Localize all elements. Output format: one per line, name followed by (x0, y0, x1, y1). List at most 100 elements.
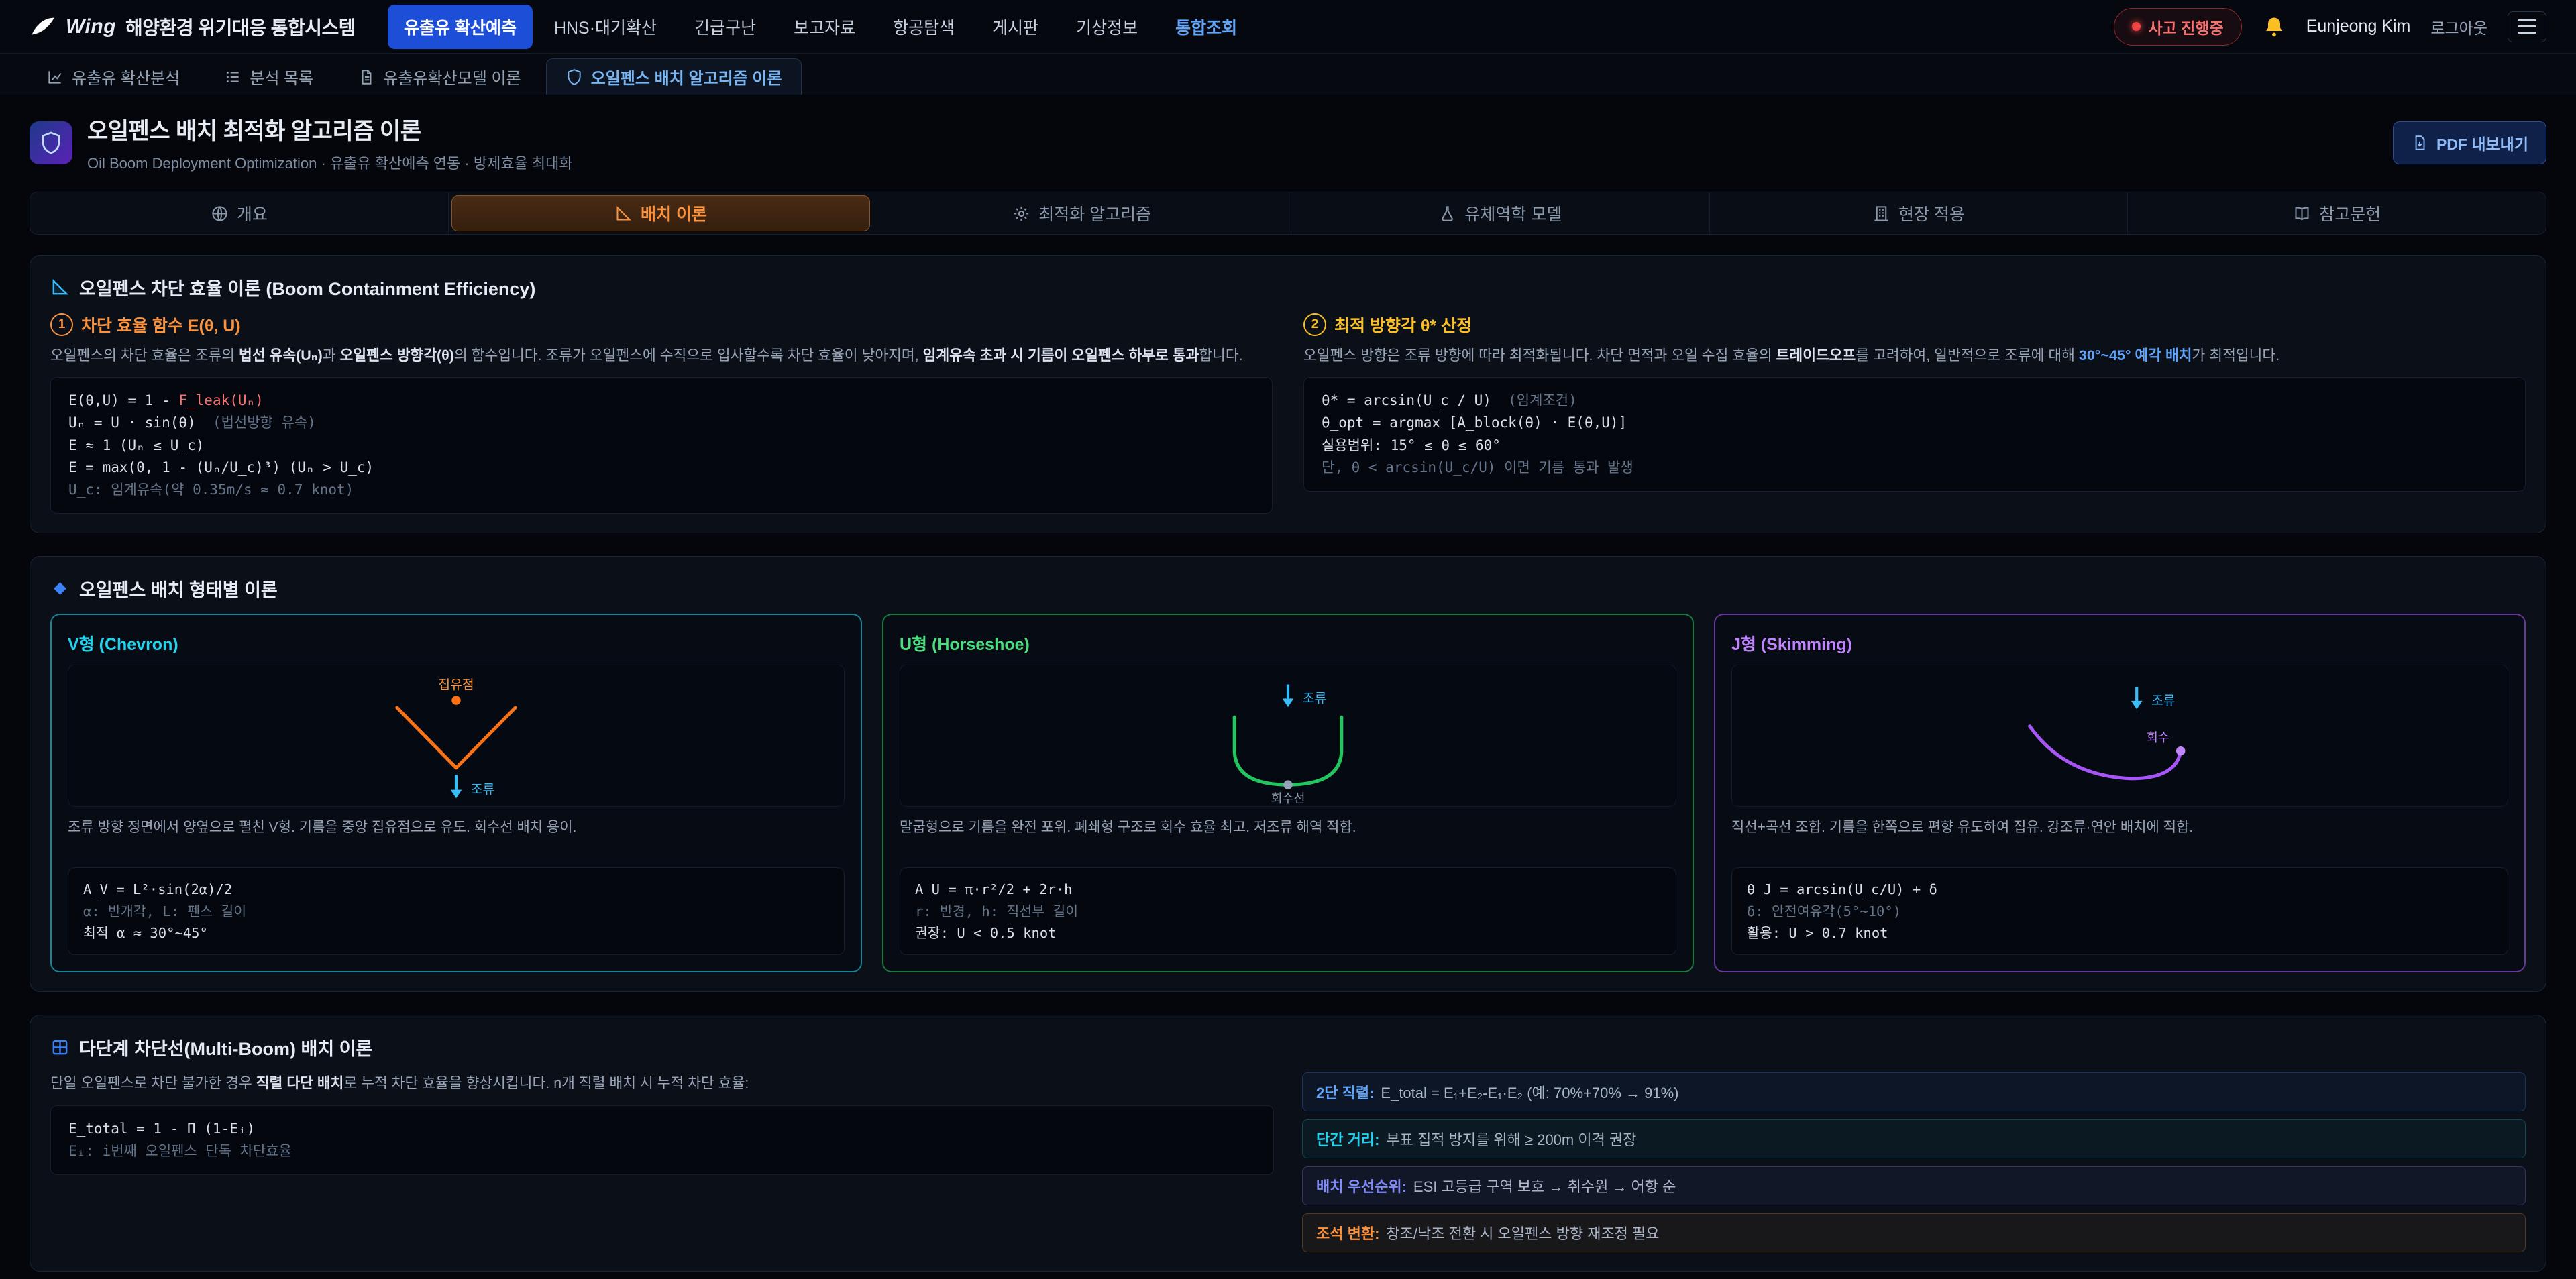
optimal-angle-heading: 2 최적 방향각 θ* 산정 (1303, 313, 2526, 337)
building-icon (1872, 205, 1890, 223)
section-tab-hydrodynamics-model[interactable]: 유체역학 모델 (1291, 192, 1710, 234)
page-header: 오일펜스 배치 최적화 알고리즘 이론 Oil Boom Deployment … (0, 95, 2576, 189)
tab-diffusion-model-theory[interactable]: 유출유확산모델 이론 (338, 58, 540, 95)
v-boom-lines (397, 708, 515, 768)
sub-tabbar: 유출유 확산분석 분석 목록 유출유확산모델 이론 오일펜스 배치 알고리즘 이… (0, 54, 2576, 95)
section-tabs: 개요 배치 이론 최적화 알고리즘 유체역학 모델 현장 적용 참고문헌 (30, 192, 2546, 235)
current-label: 조류 (1303, 692, 1327, 706)
triangle-ruler-icon (50, 278, 70, 297)
globe-icon (211, 205, 229, 223)
multiboom-formula-block: E_total = 1 - Π (1-Eᵢ) Eᵢ: i번째 오일펜스 단독 차… (50, 1105, 1274, 1175)
j-boom-title: J형 (Skimming) (1731, 631, 2508, 655)
u-boom-description: 말굽형으로 기름을 완전 포위. 폐쇄형 구조로 회수 효율 최고. 저조류 해… (900, 817, 1676, 858)
tab-spill-analysis[interactable]: 유출유 확산분석 (27, 58, 199, 95)
section-tab-overview[interactable]: 개요 (30, 192, 449, 234)
page-title: 오일펜스 배치 최적화 알고리즘 이론 (87, 113, 573, 146)
multiboom-notes: 2단 직렬: E_total = E₁+E₂-E₁·E₂ (예: 70%+70%… (1302, 1072, 2526, 1252)
main-nav: 유출유 확산예측 HNS·대기확산 긴급구난 보고자료 항공탐색 게시판 기상정… (388, 5, 1253, 49)
recovery-vessel-label: 회수선 (1271, 791, 1305, 805)
note-tidal-change: 조석 변환: 창조/낙조 전환 시 오일펜스 방향 재조정 필요 (1302, 1213, 2526, 1252)
document-icon (358, 68, 375, 86)
triangle-ruler-icon (614, 205, 633, 223)
v-boom-formula-block: A_V = L²·sin(2α)/2 α: 반개각, L: 펜스 길이 최적 α… (68, 867, 845, 955)
top-navbar: Wing 해양환경 위기대응 통합시스템 유출유 확산예측 HNS·대기확산 긴… (0, 0, 2576, 54)
note-stage-spacing: 단간 거리: 부표 집적 방지를 위해 ≥ 200m 이격 권장 (1302, 1119, 2526, 1158)
diamond-icon (50, 579, 70, 598)
u-boom-line (1234, 717, 1342, 785)
tab-analysis-list[interactable]: 분석 목록 (205, 58, 333, 95)
nav-item-integrated-search[interactable]: 통합조회 (1159, 5, 1253, 49)
containment-efficiency-card: 오일펜스 차단 효율 이론 (Boom Containment Efficien… (30, 255, 2546, 533)
page-subtitle: Oil Boom Deployment Optimization · 유출유 확… (87, 152, 573, 173)
efficiency-function-formula-block: E(θ,U) = 1 - F_leak(Uₙ) Uₙ = U · sin(θ) … (50, 377, 1273, 514)
circled-number-1: 1 (50, 313, 73, 336)
nav-item-weather[interactable]: 기상정보 (1060, 5, 1154, 49)
gear-icon (1012, 205, 1030, 223)
nav-item-reports[interactable]: 보고자료 (777, 5, 871, 49)
efficiency-function-heading: 1 차단 효율 함수 E(θ, U) (50, 313, 1273, 337)
wing-logo-icon (30, 13, 56, 40)
bell-icon[interactable] (2262, 15, 2286, 39)
collection-point-dot (451, 696, 460, 705)
optimal-angle-column: 2 최적 방향각 θ* 산정 오일펜스 방향은 조류 방향에 따라 최적화됩니다… (1303, 313, 2526, 514)
tab-boom-algorithm-theory[interactable]: 오일펜스 배치 알고리즘 이론 (546, 58, 802, 95)
nav-item-spill-prediction[interactable]: 유출유 확산예측 (388, 5, 533, 49)
note-two-stage-series: 2단 직렬: E_total = E₁+E₂-E₁·E₂ (예: 70%+70%… (1302, 1072, 2526, 1111)
section-tab-references[interactable]: 참고문헌 (2128, 192, 2546, 234)
j-boom-formula-block: θ_J = arcsin(U_c/U) + δ δ: 안전여유각(5°~10°)… (1731, 867, 2508, 955)
brand-name: Wing (66, 15, 116, 38)
collection-point-label: 집유점 (438, 677, 474, 692)
section-tab-optimization-algorithm[interactable]: 최적화 알고리즘 (873, 192, 1291, 234)
list-icon (224, 68, 241, 86)
j-boom-diagram: 조류 회수 (1731, 665, 2508, 807)
recovery-vessel-dot (1283, 781, 1292, 789)
optimal-angle-formula-block: θ* = arcsin(U_c / U) (임계조건) θ_opt = argm… (1303, 377, 2526, 492)
nav-item-aerial-search[interactable]: 항공탐색 (877, 5, 971, 49)
multiboom-title: 다단계 차단선(Multi-Boom) 배치 이론 (50, 1034, 2526, 1060)
boom-shapes-card: 오일펜스 배치 형태별 이론 V형 (Chevron) 집유점 조류 조류 방향… (30, 556, 2546, 992)
section-tab-field-application[interactable]: 현장 적용 (1710, 192, 2129, 234)
page-header-text: 오일펜스 배치 최적화 알고리즘 이론 Oil Boom Deployment … (87, 113, 573, 173)
circled-number-2: 2 (1303, 313, 1326, 336)
brand[interactable]: Wing 해양환경 위기대응 통합시스템 (30, 13, 356, 40)
section-tab-deployment-theory[interactable]: 배치 이론 (451, 195, 871, 231)
book-icon (2293, 205, 2311, 223)
nav-item-rescue[interactable]: 긴급구난 (678, 5, 772, 49)
topnav-right: 사고 진행중 Eunjeong Kim 로그아웃 (2114, 8, 2547, 46)
v-boom-title: V형 (Chevron) (68, 631, 845, 655)
current-label: 조류 (471, 783, 495, 797)
u-boom-formula-block: A_U = π·r²/2 + 2r·h r: 반경, h: 직선부 길이 권장:… (900, 867, 1676, 955)
efficiency-function-paragraph: 오일펜스의 차단 효율은 조류의 법선 유속(Uₙ)과 오일펜스 방향각(θ)의… (50, 345, 1273, 367)
nav-item-board[interactable]: 게시판 (976, 5, 1055, 49)
pdf-export-button[interactable]: PDF 내보내기 (2393, 121, 2546, 164)
j-boom-description: 직선+곡선 조합. 기름을 한쪽으로 편향 유도하여 집유. 강조류·연안 배치… (1731, 817, 2508, 858)
incident-status-label: 사고 진행중 (2149, 15, 2224, 38)
chart-icon (46, 68, 64, 86)
u-boom-card: U형 (Horseshoe) 조류 회수선 말굽형으로 기름을 완전 포위. 폐… (882, 614, 1694, 972)
skimming-point-dot (2176, 746, 2185, 755)
v-boom-card: V형 (Chevron) 집유점 조류 조류 방향 정면에서 양옆으로 펼친 V… (50, 614, 862, 972)
u-boom-diagram: 조류 회수선 (900, 665, 1676, 807)
boom-shapes-title: 오일펜스 배치 형태별 이론 (50, 575, 2526, 602)
menu-button[interactable] (2508, 11, 2546, 42)
j-boom-card: J형 (Skimming) 조류 회수 직선+곡선 조합. 기름을 한쪽으로 편… (1714, 614, 2526, 972)
current-label: 조류 (2151, 694, 2176, 708)
containment-efficiency-title: 오일펜스 차단 효율 이론 (Boom Containment Efficien… (50, 274, 2526, 300)
nav-item-hns[interactable]: HNS·대기확산 (538, 5, 673, 49)
incident-status-badge[interactable]: 사고 진행중 (2114, 8, 2242, 46)
logout-button[interactable]: 로그아웃 (2430, 15, 2487, 38)
v-boom-diagram: 집유점 조류 (68, 665, 845, 807)
user-name[interactable]: Eunjeong Kim (2306, 17, 2411, 36)
alert-dot-icon (2132, 22, 2141, 31)
multiboom-paragraph: 단일 오일펜스로 차단 불가한 경우 직렬 다단 배치로 누적 차단 효율을 향… (50, 1072, 1274, 1095)
note-deployment-priority: 배치 우선순위: ESI 고등급 구역 보호 → 취수원 → 어항 순 (1302, 1166, 2526, 1205)
multiboom-card: 다단계 차단선(Multi-Boom) 배치 이론 단일 오일펜스로 차단 불가… (30, 1015, 2546, 1272)
optimal-angle-paragraph: 오일펜스 방향은 조류 방향에 따라 최적화됩니다. 차단 면적과 오일 수집 … (1303, 345, 2526, 367)
shield-icon (566, 68, 583, 86)
pdf-export-icon (2411, 134, 2428, 152)
efficiency-function-column: 1 차단 효율 함수 E(θ, U) 오일펜스의 차단 효율은 조류의 법선 유… (50, 313, 1273, 514)
v-boom-description: 조류 방향 정면에서 양옆으로 펼친 V형. 기름을 중앙 집유점으로 유도. … (68, 817, 845, 858)
u-boom-title: U형 (Horseshoe) (900, 631, 1676, 655)
menu-icon (2518, 19, 2536, 21)
flask-icon (1438, 205, 1456, 223)
